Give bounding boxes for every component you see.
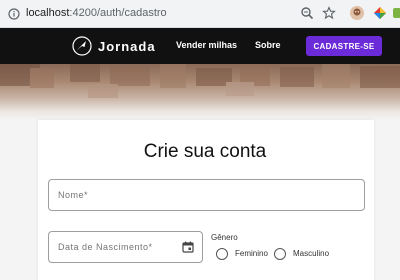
url-text[interactable]: localhost:4200/auth/cadastro	[26, 7, 167, 19]
genero-label: Gênero	[211, 233, 238, 242]
url-path: :4200/auth/cadastro	[69, 7, 167, 19]
address-bar[interactable]: localhost:4200/auth/cadastro	[2, 2, 342, 24]
plane-logo-icon	[72, 36, 92, 56]
calendar-icon[interactable]	[182, 240, 194, 258]
browser-toolbar: localhost:4200/auth/cadastro	[0, 0, 400, 28]
bookmark-star-icon[interactable]	[322, 6, 336, 25]
masculino-label[interactable]: Masculino	[293, 249, 329, 258]
extension-icon[interactable]	[393, 5, 400, 21]
nav-vender-milhas[interactable]: Vender milhas	[176, 40, 237, 50]
page-title: Crie sua conta	[143, 141, 267, 162]
hero-banner-image	[0, 64, 400, 120]
nome-label: Nome*	[58, 190, 89, 200]
color-extension-icon[interactable]	[372, 5, 388, 21]
feminino-radio[interactable]	[216, 248, 228, 260]
profile-extension-icon[interactable]	[349, 5, 365, 21]
data-nascimento-input[interactable]: Data de Nascimento*	[48, 231, 203, 263]
nav-sobre[interactable]: Sobre	[255, 40, 281, 50]
zoom-icon[interactable]	[300, 6, 314, 25]
nome-input[interactable]: Nome*	[48, 179, 365, 211]
app-header: Jornada Vender milhas Sobre CADASTRE-SE	[0, 28, 400, 64]
logo-text: Jornada	[98, 38, 156, 54]
cadastre-se-button[interactable]: CADASTRE-SE	[306, 36, 382, 56]
url-host: localhost	[26, 7, 70, 19]
info-icon[interactable]	[8, 7, 20, 25]
masculino-radio[interactable]	[274, 248, 286, 260]
feminino-label[interactable]: Feminino	[235, 249, 268, 258]
data-nascimento-label: Data de Nascimento*	[58, 242, 153, 252]
logo[interactable]: Jornada	[72, 36, 156, 56]
